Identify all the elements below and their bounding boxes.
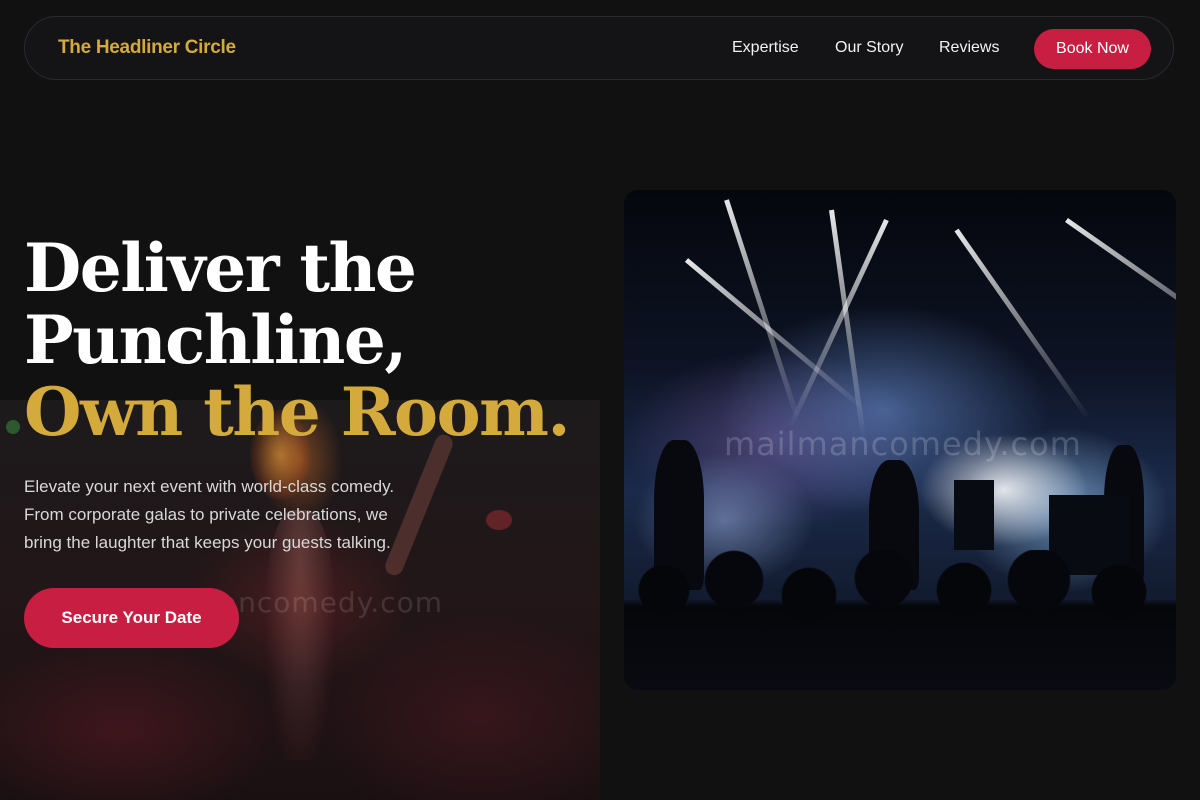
nav-link-expertise[interactable]: Expertise [732, 39, 799, 57]
image-watermark: mailmancomedy.com [724, 425, 1082, 463]
headline-line-2: Punchline, [24, 301, 407, 379]
hero-headline: Deliver the Punchline, Own the Room. [24, 229, 570, 451]
stage-equipment [954, 480, 994, 550]
secure-your-date-button[interactable]: Secure Your Date [24, 588, 239, 648]
light-beam [1065, 217, 1176, 354]
subtext-line-1: Elevate your next event with world-class… [24, 477, 395, 496]
brand-logo[interactable]: The Headliner Circle [58, 37, 236, 59]
headline-line-1: Deliver the [24, 229, 417, 307]
light-beam [684, 258, 865, 410]
subtext-line-2: From corporate galas to private celebrat… [24, 505, 388, 524]
light-beam [954, 228, 1091, 420]
nav-link-our-story[interactable]: Our Story [835, 39, 903, 57]
crowd-silhouette [624, 550, 1176, 690]
concert-image: mailmancomedy.com [624, 190, 1176, 690]
subtext-line-3: bring the laughter that keeps your guest… [24, 533, 391, 552]
red-light [486, 510, 512, 530]
light-beam [724, 199, 800, 420]
navbar: The Headliner Circle Expertise Our Story… [24, 16, 1174, 80]
nav-link-reviews[interactable]: Reviews [939, 39, 999, 57]
background-watermark: ancomedy.com [220, 586, 443, 619]
book-now-button[interactable]: Book Now [1034, 29, 1151, 69]
headline-line-3: Own the Room. [24, 373, 570, 451]
green-light [6, 420, 20, 434]
hero-subtext: Elevate your next event with world-class… [24, 473, 464, 557]
